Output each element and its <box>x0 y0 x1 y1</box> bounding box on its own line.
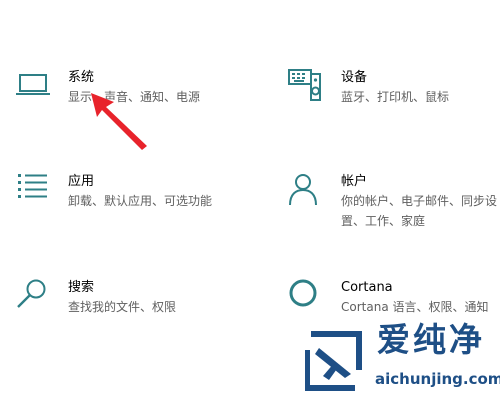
apps-list-icon <box>18 174 47 198</box>
tile-title: 搜索 <box>68 280 95 295</box>
tile-description: 你的帐户、电子邮件、同步设置、工作、家庭 <box>341 194 498 228</box>
laptop-icon <box>16 74 50 95</box>
settings-tile-devices[interactable]: 设备 蓝牙、打印机、鼠标 <box>287 68 497 118</box>
watermark-brand-text: 爱纯净 <box>377 320 485 359</box>
tile-title: 应用 <box>68 174 95 189</box>
tile-title: 设备 <box>341 70 368 85</box>
watermark-logo: 爱纯净 aichunjing.com <box>305 318 500 396</box>
search-icon <box>17 279 46 308</box>
tile-title: 帐户 <box>341 174 368 189</box>
keyboard-speaker-icon <box>288 69 321 101</box>
red-arrow-annotation <box>91 93 147 150</box>
watermark-emblem-icon <box>305 331 362 391</box>
tile-description: 查找我的文件、权限 <box>68 300 177 314</box>
tile-description: 卸载、默认应用、可选功能 <box>68 194 213 208</box>
cortana-circle-icon <box>289 279 317 307</box>
settings-tile-accounts[interactable]: 帐户 你的帐户、电子邮件、同步设置、工作、家庭 <box>287 172 497 236</box>
tile-description: 蓝牙、打印机、鼠标 <box>341 90 450 104</box>
tile-title: Cortana <box>341 280 393 295</box>
tile-description: Cortana 语言、权限、通知 <box>341 300 489 314</box>
settings-tile-search[interactable]: 搜索 查找我的文件、权限 <box>14 278 244 328</box>
person-icon <box>289 174 317 206</box>
watermark-url-text: aichunjing.com <box>375 370 500 388</box>
settings-tile-apps[interactable]: 应用 卸载、默认应用、可选功能 <box>14 172 244 222</box>
